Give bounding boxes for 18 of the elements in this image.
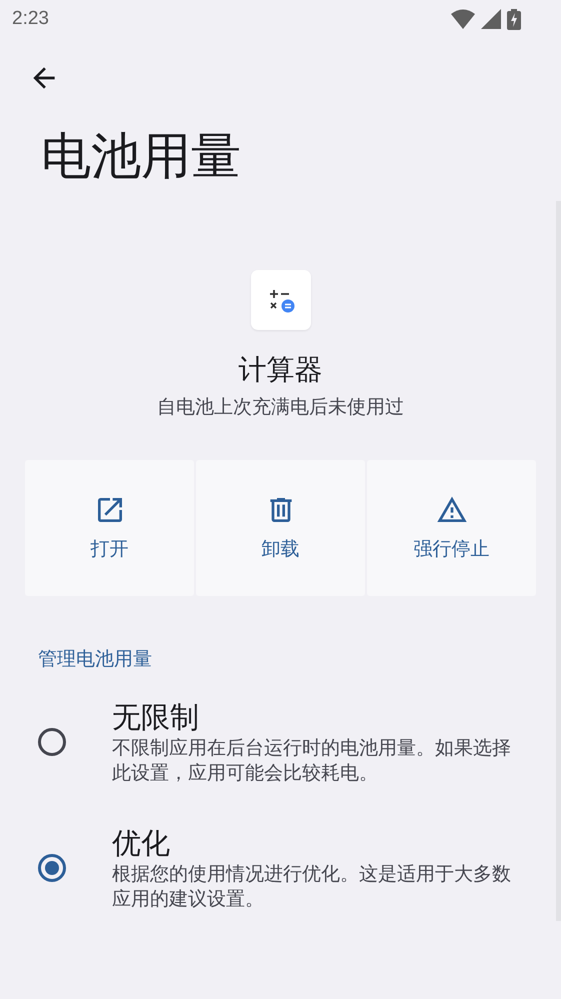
app-usage-summary: 自电池上次充满电后未使用过: [157, 395, 404, 420]
action-button[interactable]: 强行停止: [367, 460, 536, 596]
option-title: 无限制: [112, 699, 200, 736]
battery-icon: [507, 8, 521, 30]
radio-button[interactable]: [38, 728, 66, 756]
option-title: 优化: [112, 825, 171, 862]
option-description: 根据您的使用情况进行优化。这是适用于大多数应用的建议设置。: [112, 862, 512, 912]
action-button[interactable]: 卸载: [196, 460, 365, 596]
radio-button[interactable]: [38, 854, 66, 882]
wifi-icon: [451, 9, 475, 29]
status-time: 2:23: [12, 8, 49, 30]
app-name: 计算器: [238, 352, 322, 388]
action-button[interactable]: 打开: [25, 460, 194, 596]
option-description: 不限制应用在后台运行时的电池用量。如果选择此设置，应用可能会比较耗电。: [112, 736, 512, 786]
signal-icon: [481, 9, 501, 29]
page-title: 电池用量: [41, 126, 242, 187]
section-header: 管理电池用量: [38, 647, 153, 672]
calculator-app-icon: [250, 270, 310, 330]
